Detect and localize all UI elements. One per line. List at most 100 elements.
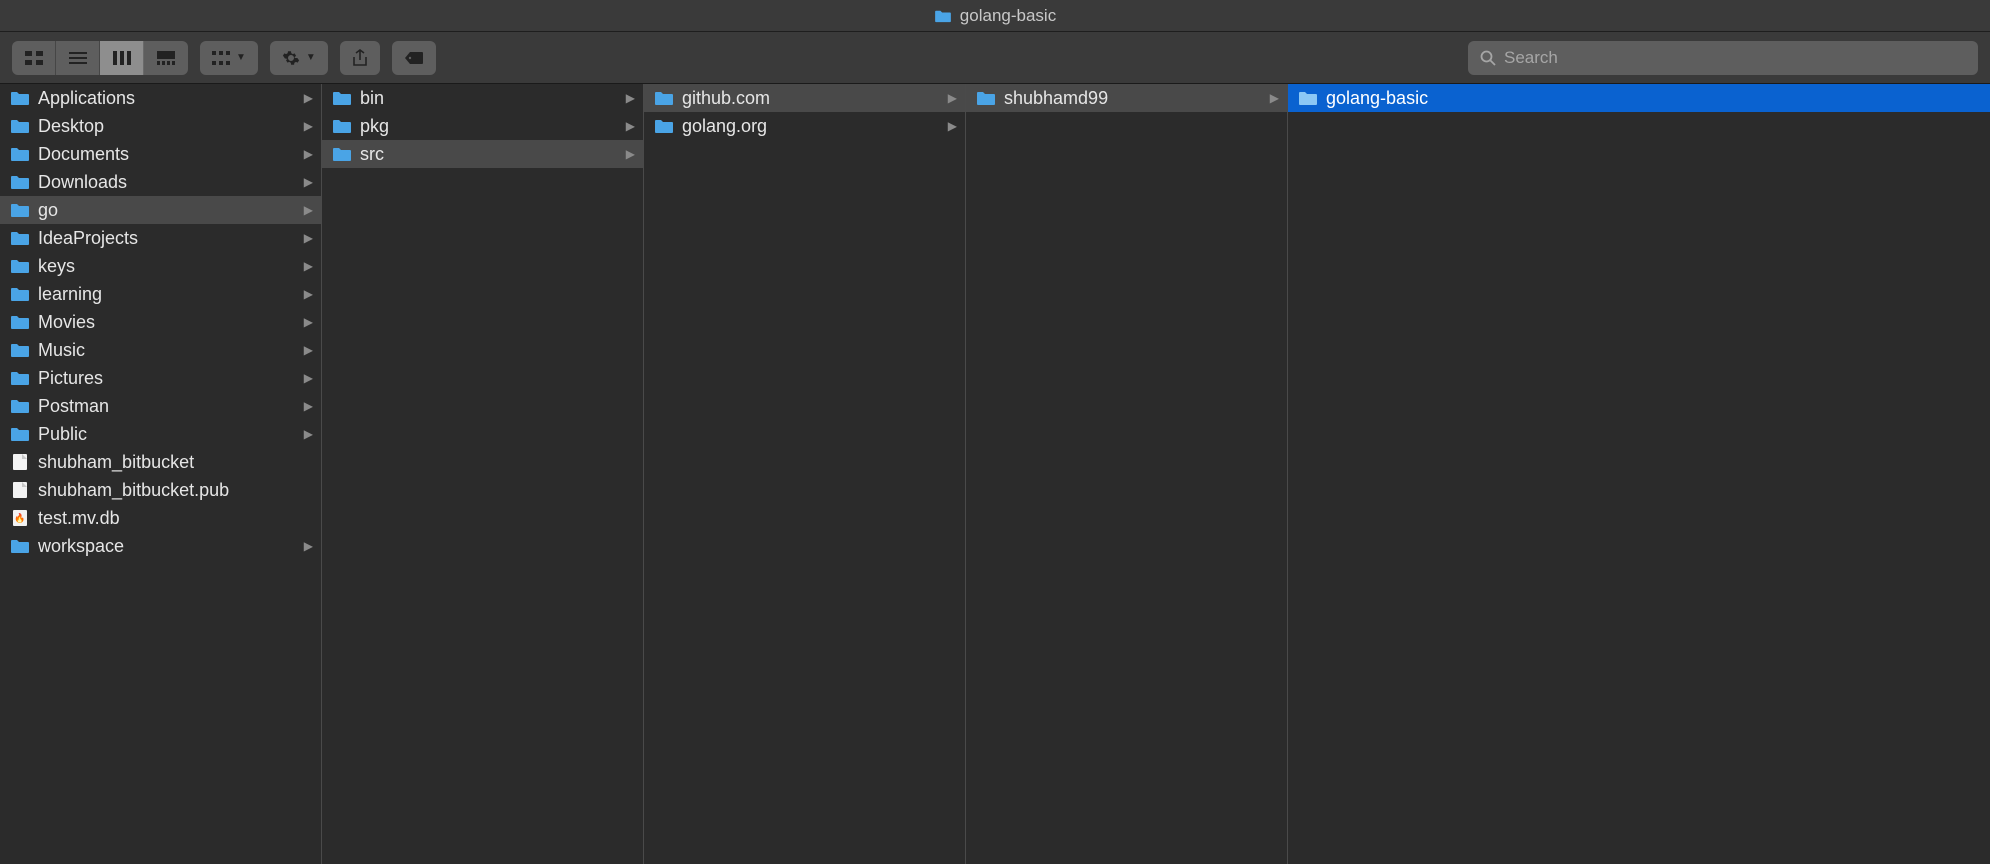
item-label: Movies	[38, 312, 296, 333]
item-label: github.com	[682, 88, 940, 109]
chevron-right-icon: ▶	[304, 315, 313, 329]
item-label: Applications	[38, 88, 296, 109]
chevron-right-icon: ▶	[948, 119, 957, 133]
list-item[interactable]: keys▶	[0, 252, 321, 280]
list-item[interactable]: Music▶	[0, 336, 321, 364]
column: bin▶ pkg ▶ src▶	[322, 84, 644, 864]
item-label: Music	[38, 340, 296, 361]
list-item[interactable]: workspace ▶	[0, 532, 321, 560]
folder-icon	[10, 426, 30, 442]
gallery-view-icon	[157, 51, 175, 65]
item-label: workspace	[38, 536, 296, 557]
search-input[interactable]	[1504, 48, 1966, 68]
list-item[interactable]: Postman▶	[0, 392, 321, 420]
list-item[interactable]: src▶	[322, 140, 643, 168]
item-label: IdeaProjects	[38, 228, 296, 249]
folder-icon	[654, 118, 674, 134]
item-label: Pictures	[38, 368, 296, 389]
arrange-button[interactable]: ▼	[200, 41, 258, 75]
chevron-right-icon: ▶	[304, 539, 313, 553]
list-item[interactable]: Movies ▶	[0, 308, 321, 336]
item-label: pkg	[360, 116, 618, 137]
list-item[interactable]: Downloads▶	[0, 168, 321, 196]
item-label: go	[38, 200, 296, 221]
folder-icon	[934, 9, 952, 23]
folder-icon	[1298, 90, 1318, 106]
item-label: Desktop	[38, 116, 296, 137]
folder-icon	[10, 174, 30, 190]
list-item[interactable]: 🔥test.mv.db	[0, 504, 321, 532]
folder-icon	[332, 146, 352, 162]
item-label: keys	[38, 256, 296, 277]
list-item[interactable]: shubham_bitbucket	[0, 448, 321, 476]
list-item[interactable]: Desktop ▶	[0, 112, 321, 140]
list-item[interactable]: shubhamd99▶	[966, 84, 1287, 112]
chevron-right-icon: ▶	[304, 91, 313, 105]
tags-button[interactable]	[392, 41, 436, 75]
column: shubhamd99▶	[966, 84, 1288, 864]
chevron-right-icon: ▶	[304, 203, 313, 217]
column: golang-basic	[1288, 84, 1990, 864]
folder-icon	[10, 230, 30, 246]
item-label: golang.org	[682, 116, 940, 137]
file-icon	[10, 482, 30, 498]
folder-icon	[332, 118, 352, 134]
list-item[interactable]: Public▶	[0, 420, 321, 448]
folder-icon	[976, 90, 996, 106]
chevron-right-icon: ▶	[1270, 91, 1279, 105]
search-box[interactable]	[1468, 41, 1978, 75]
list-item[interactable]: golang.org ▶	[644, 112, 965, 140]
folder-icon	[10, 370, 30, 386]
chevron-down-icon: ▼	[306, 52, 316, 63]
chevron-right-icon: ▶	[304, 231, 313, 245]
list-item[interactable]: bin▶	[322, 84, 643, 112]
chevron-right-icon: ▶	[304, 287, 313, 301]
view-icon-button[interactable]	[12, 41, 56, 75]
item-label: shubham_bitbucket.pub	[38, 480, 313, 501]
gear-icon	[282, 49, 300, 67]
folder-icon	[10, 258, 30, 274]
chevron-right-icon: ▶	[304, 175, 313, 189]
folder-icon	[10, 342, 30, 358]
view-list-button[interactable]	[56, 41, 100, 75]
list-item[interactable]: golang-basic	[1288, 84, 1990, 112]
item-label: golang-basic	[1326, 88, 1982, 109]
file-icon: 🔥	[10, 510, 30, 526]
chevron-right-icon: ▶	[626, 119, 635, 133]
list-item[interactable]: learning ▶	[0, 280, 321, 308]
chevron-right-icon: ▶	[304, 371, 313, 385]
view-column-button[interactable]	[100, 41, 144, 75]
chevron-right-icon: ▶	[304, 399, 313, 413]
folder-icon	[10, 538, 30, 554]
list-item[interactable]: Documents ▶	[0, 140, 321, 168]
folder-icon	[332, 90, 352, 106]
item-label: Documents	[38, 144, 296, 165]
chevron-right-icon: ▶	[948, 91, 957, 105]
item-label: learning	[38, 284, 296, 305]
list-item[interactable]: github.com ▶	[644, 84, 965, 112]
toolbar: ▼ ▼	[0, 32, 1990, 84]
item-label: Public	[38, 424, 296, 445]
chevron-right-icon: ▶	[304, 119, 313, 133]
list-item[interactable]: shubham_bitbucket.pub	[0, 476, 321, 504]
folder-icon	[10, 398, 30, 414]
icon-view-icon	[25, 51, 43, 65]
list-view-icon	[69, 51, 87, 65]
column-view-icon	[113, 51, 131, 65]
grid-arrange-icon	[212, 51, 230, 65]
folder-icon	[10, 286, 30, 302]
item-label: src	[360, 144, 618, 165]
share-button[interactable]	[340, 41, 380, 75]
list-item[interactable]: Pictures ▶	[0, 364, 321, 392]
list-item[interactable]: Applications ▶	[0, 84, 321, 112]
folder-icon	[654, 90, 674, 106]
view-gallery-button[interactable]	[144, 41, 188, 75]
list-item[interactable]: pkg ▶	[322, 112, 643, 140]
list-item[interactable]: IdeaProjects ▶	[0, 224, 321, 252]
tag-icon	[404, 51, 424, 65]
folder-icon	[10, 90, 30, 106]
list-item[interactable]: go ▶	[0, 196, 321, 224]
action-button[interactable]: ▼	[270, 41, 328, 75]
chevron-right-icon: ▶	[304, 147, 313, 161]
folder-icon	[10, 202, 30, 218]
